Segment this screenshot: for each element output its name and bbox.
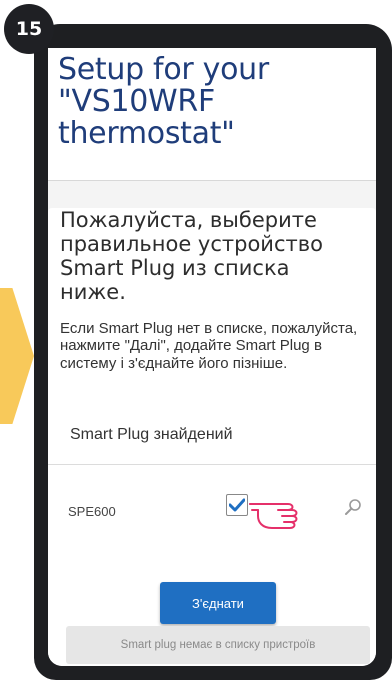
phone-frame: Setup for your "VS10WRF thermostat" Пожа… (34, 24, 392, 680)
search-icon[interactable] (344, 498, 362, 516)
list-header: Smart Plug знайдений (70, 426, 233, 443)
device-checkbox[interactable] (226, 494, 248, 516)
connect-button[interactable]: З'єднати (160, 582, 276, 624)
not-listed-button[interactable]: Smart plug немає в списку пристроїв (66, 626, 370, 664)
content-card: Пожалуйста, выберите правильное устройст… (48, 208, 376, 666)
instruction-text: Пожалуйста, выберите правильное устройст… (60, 208, 323, 305)
divider (48, 464, 376, 465)
arrow-indicator (0, 288, 34, 424)
page-title: Setup for your "VS10WRF thermostat" (58, 52, 269, 151)
device-name: SPE600 (68, 504, 116, 519)
step-badge: 15 (4, 4, 54, 54)
note-text: Если Smart Plug нет в списке, пожалуйста… (60, 320, 358, 372)
header-bar: Setup for your "VS10WRF thermostat" (48, 48, 376, 181)
checkmark-icon (229, 498, 245, 512)
pointing-hand-icon (249, 503, 298, 529)
phone-screen: Setup for your "VS10WRF thermostat" Пожа… (48, 48, 376, 666)
